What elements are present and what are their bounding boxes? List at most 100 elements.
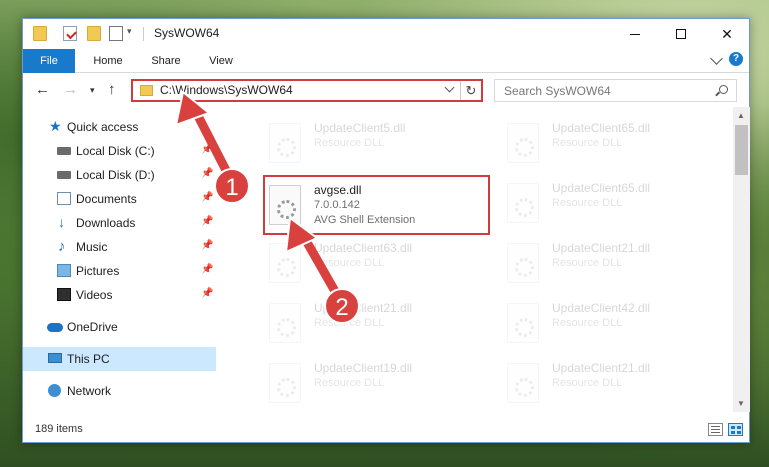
properties-icon[interactable] [63,26,77,41]
address-bar[interactable]: C:\Windows\SysWOW64 ↻ [131,79,483,102]
search-icon[interactable] [719,85,728,94]
sidebar-item-onedrive[interactable]: OneDrive [23,315,216,339]
tab-file[interactable]: File [23,49,75,73]
quick-access-dropdown-icon[interactable]: ▾ [127,26,132,37]
dll-file-icon [269,303,301,343]
file-item[interactable]: UpdateClient21.dll Resource DLL [505,239,733,299]
sidebar-item-label: Documents [76,192,137,206]
address-dropdown-icon[interactable] [444,82,455,93]
pictures-icon [57,264,71,277]
folder-icon [33,26,47,41]
dll-file-icon [269,123,301,163]
sidebar-item-documents[interactable]: Documents 📌 [23,187,216,211]
file-type: Resource DLL [314,377,385,389]
file-item[interactable]: UpdateClient21.dll Resource DLL [267,299,497,359]
file-name: UpdateClient65.dll [552,181,651,195]
help-icon[interactable]: ? [729,52,743,66]
sidebar-item-pictures[interactable]: Pictures 📌 [23,259,216,283]
ribbon-tabs: File Home Share View ? [23,49,749,73]
file-type: Resource DLL [552,377,623,389]
file-item[interactable]: UpdateClient42.dll Resource DLL [505,299,733,359]
sidebar-item-quick-access[interactable]: ★ Quick access [23,115,216,139]
file-item[interactable]: UpdateClient19.dll Resource DLL [267,359,497,412]
sidebar-item-this-pc[interactable]: This PC [23,347,216,371]
status-bar: 189 items [23,419,749,443]
minimize-icon [630,33,640,35]
pin-icon: 📌 [201,216,214,227]
dll-file-icon [269,243,301,283]
sidebar-item-label: OneDrive [67,320,118,334]
file-name: UpdateClient42.dll [552,301,651,315]
file-item-highlighted[interactable]: avgse.dll 7.0.0.142 AVG Shell Extension [263,175,490,235]
file-description: AVG Shell Extension [314,214,416,226]
file-item[interactable]: UpdateClient5.dll Resource DLL [267,119,497,179]
search-placeholder: Search SysWOW64 [504,84,611,98]
close-button[interactable]: ✕ [704,19,750,49]
file-type: Resource DLL [552,137,623,149]
file-type: Resource DLL [552,257,623,269]
folder-icon [140,85,153,96]
sidebar-item-label: Videos [76,288,113,302]
videos-icon [57,288,71,301]
drive-icon [57,147,71,155]
refresh-icon[interactable]: ↻ [460,81,481,100]
recent-locations-icon[interactable]: ▾ [90,85,95,96]
sidebar-item-local-disk-c[interactable]: Local Disk (C:) 📌 [23,139,216,163]
pin-icon: 📌 [201,192,214,203]
pin-icon: 📌 [201,168,214,179]
file-item[interactable]: avgse.dll 7.0.0.142 AVG Shell Extension [267,181,497,241]
sidebar-item-local-disk-d[interactable]: Local Disk (D:) 📌 [23,163,216,187]
dll-file-icon [507,303,539,343]
dll-file-icon [507,183,539,223]
sidebar-item-network[interactable]: Network [23,379,216,403]
dll-file-icon [507,243,539,283]
pin-icon: 📌 [201,144,214,155]
navigation-bar: ← → ▾ ↑ C:\Windows\SysWOW64 ↻ Search Sys… [23,73,749,107]
file-name: UpdateClient21.dll [552,361,651,375]
item-count: 189 items [35,423,83,435]
scrollbar-thumb[interactable] [735,125,748,175]
file-type: Resource DLL [552,317,623,329]
back-arrow-icon[interactable]: ← [35,81,50,98]
dll-file-icon [507,123,539,163]
large-icons-view-icon[interactable] [728,423,743,436]
file-item[interactable]: UpdateClient63.dll Resource DLL [267,239,497,299]
minimize-button[interactable] [612,19,658,49]
sidebar-item-downloads[interactable]: ↓ Downloads 📌 [23,211,216,235]
cloud-icon [47,323,63,332]
sidebar-item-label: Local Disk (D:) [76,168,155,182]
close-icon: ✕ [721,25,733,42]
address-path[interactable]: C:\Windows\SysWOW64 [160,83,293,97]
tab-view[interactable]: View [196,49,246,73]
file-name: UpdateClient5.dll [314,121,406,135]
music-icon: ♪ [58,238,66,255]
file-item[interactable]: UpdateClient21.dll Resource DLL [505,359,733,412]
search-input[interactable]: Search SysWOW64 [494,79,737,102]
vertical-scrollbar[interactable]: ▲ ▼ [733,107,750,412]
details-view-icon[interactable] [708,423,723,436]
customize-icon[interactable] [109,26,123,41]
star-icon: ★ [49,118,62,134]
file-name: UpdateClient63.dll [314,241,413,255]
tab-home[interactable]: Home [83,49,133,73]
new-folder-icon[interactable] [87,26,101,41]
up-arrow-icon[interactable]: ↑ [108,81,116,98]
file-name: UpdateClient65.dll [552,121,651,135]
title-bar: ▾ SysWOW64 ✕ [23,19,749,49]
file-item[interactable]: UpdateClient65.dll Resource DLL [505,119,733,179]
sidebar-item-music[interactable]: ♪ Music 📌 [23,235,216,259]
tab-share[interactable]: Share [141,49,191,73]
expand-ribbon-icon[interactable] [710,52,723,65]
file-item[interactable]: UpdateClient65.dll Resource DLL [505,179,733,239]
file-name: avgse.dll [314,183,362,197]
dll-file-icon [507,363,539,403]
forward-arrow-icon[interactable]: → [63,81,78,98]
scroll-up-icon[interactable]: ▲ [737,111,745,120]
documents-icon [57,192,71,205]
scroll-down-icon[interactable]: ▼ [737,399,745,408]
download-icon: ↓ [58,214,65,230]
window-title: SysWOW64 [154,26,220,40]
file-type: Resource DLL [314,137,385,149]
sidebar-item-videos[interactable]: Videos 📌 [23,283,216,307]
maximize-button[interactable] [658,19,704,49]
